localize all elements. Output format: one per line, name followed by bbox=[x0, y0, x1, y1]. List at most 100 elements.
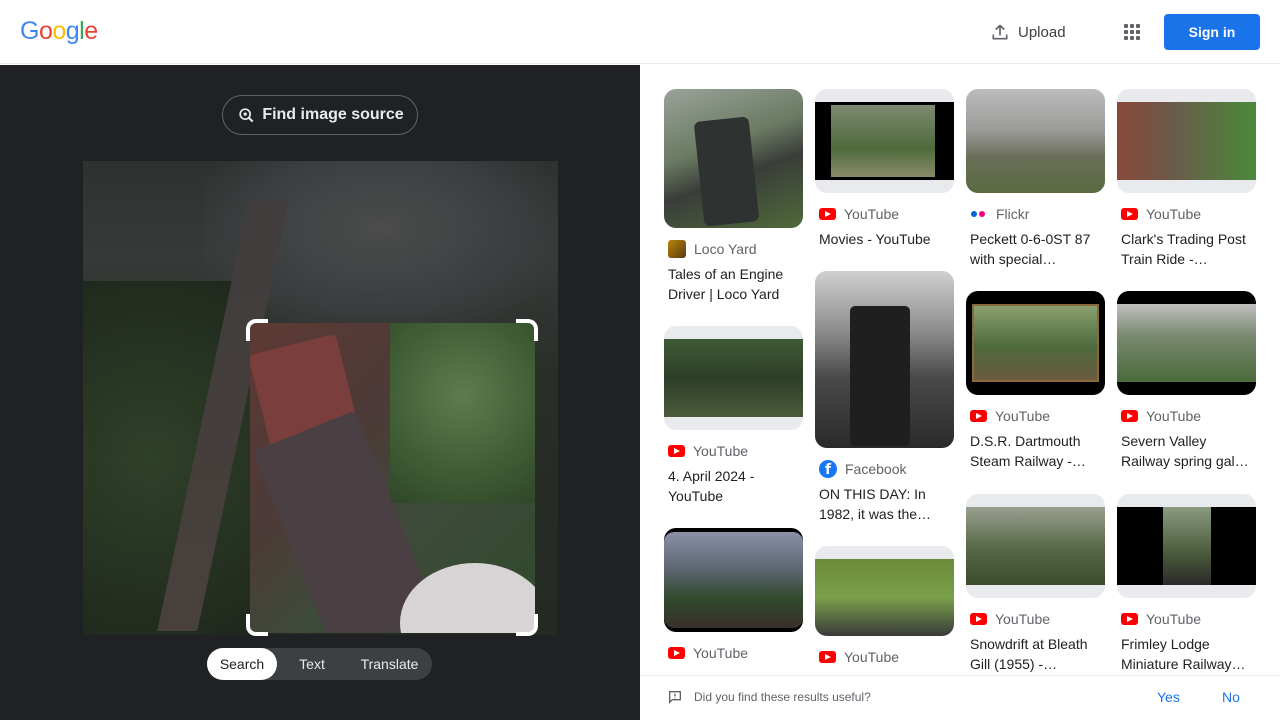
result-source-name: Facebook bbox=[845, 461, 907, 477]
result-source-name: YouTube bbox=[1146, 611, 1202, 627]
google-logo[interactable]: Google bbox=[20, 17, 98, 46]
find-image-source-button[interactable]: Find image source bbox=[222, 95, 418, 135]
feedback-bar: Did you find these results useful? Yes N… bbox=[640, 675, 1280, 720]
feedback-icon bbox=[669, 691, 681, 704]
tab-translate[interactable]: Translate bbox=[347, 648, 432, 680]
result-thumbnail bbox=[966, 494, 1105, 598]
logo-letter: G bbox=[20, 17, 39, 45]
feedback-yes-button[interactable]: Yes bbox=[1157, 689, 1180, 705]
youtube-icon bbox=[970, 410, 987, 422]
result-source: YouTube bbox=[1117, 610, 1256, 628]
result-thumbnail bbox=[664, 528, 803, 632]
result-source: Flickr bbox=[966, 205, 1105, 223]
result-source-name: Loco Yard bbox=[694, 241, 757, 257]
result-card[interactable]: YouTube Snowdrift at Bleath Gill (1955) … bbox=[966, 494, 1105, 674]
feedback-no-button[interactable]: No bbox=[1222, 689, 1240, 705]
result-source: YouTube bbox=[664, 644, 803, 662]
result-source-name: YouTube bbox=[1146, 408, 1202, 424]
lens-mode-switch: Search Text Translate bbox=[207, 648, 432, 680]
result-card[interactable]: YouTube Movies - YouTube bbox=[815, 89, 954, 269]
result-source: YouTube bbox=[966, 610, 1105, 628]
upload-button[interactable]: Upload bbox=[990, 20, 1066, 44]
result-card[interactable]: YouTube D.S.R. Dartmouth Steam Railway -… bbox=[966, 291, 1105, 471]
result-source-name: Flickr bbox=[996, 206, 1030, 222]
result-source-name: YouTube bbox=[693, 645, 749, 661]
result-thumbnail bbox=[664, 89, 803, 228]
crop-handle-bottom-right[interactable] bbox=[516, 614, 538, 636]
result-thumbnail bbox=[1117, 494, 1256, 598]
result-title: Clark's Trading Post Train Ride -… bbox=[1121, 231, 1246, 267]
youtube-icon bbox=[1121, 613, 1138, 625]
result-thumbnail bbox=[815, 546, 954, 636]
result-source: Loco Yard bbox=[664, 240, 803, 258]
result-source-name: YouTube bbox=[995, 408, 1051, 424]
result-title: 4. April 2024 - YouTube bbox=[668, 468, 755, 504]
logo-letter: o bbox=[38, 17, 53, 45]
youtube-icon bbox=[819, 651, 836, 663]
tab-text[interactable]: Text bbox=[277, 648, 347, 680]
result-card[interactable]: YouTube 4. April 2024 - YouTube bbox=[664, 326, 803, 506]
result-card[interactable]: YouTube bbox=[664, 528, 803, 662]
result-card[interactable]: f Facebook ON THIS DAY: In 1982, it was … bbox=[815, 271, 954, 524]
result-card[interactable]: YouTube Clark's Trading Post Train Ride … bbox=[1117, 89, 1256, 269]
selected-region-image[interactable] bbox=[250, 323, 535, 633]
apps-grid-icon[interactable] bbox=[1120, 20, 1144, 44]
flickr-icon bbox=[970, 208, 988, 220]
facebook-icon: f bbox=[819, 460, 837, 478]
result-card[interactable]: YouTube Severn Valley Railway spring gal… bbox=[1117, 291, 1256, 471]
result-thumbnail bbox=[966, 291, 1105, 395]
result-source: YouTube bbox=[815, 205, 954, 223]
logo-letter: g bbox=[65, 17, 80, 45]
tab-search[interactable]: Search bbox=[207, 648, 277, 680]
result-card[interactable]: Flickr Peckett 0-6-0ST 87 with special… bbox=[966, 89, 1105, 269]
result-source-name: YouTube bbox=[844, 206, 900, 222]
result-title: Frimley Lodge Miniature Railway… bbox=[1121, 636, 1246, 672]
crop-handle-top-right[interactable] bbox=[516, 319, 538, 341]
result-title: D.S.R. Dartmouth Steam Railway -… bbox=[970, 433, 1086, 469]
top-bar: Google Upload Sign in bbox=[0, 0, 1280, 64]
youtube-icon bbox=[668, 445, 685, 457]
result-card[interactable]: Loco Yard Tales of an Engine Driver | Lo… bbox=[664, 89, 803, 304]
result-source: YouTube bbox=[1117, 407, 1256, 425]
result-title: Snowdrift at Bleath Gill (1955) -… bbox=[970, 636, 1088, 672]
sign-in-button[interactable]: Sign in bbox=[1164, 14, 1260, 50]
result-source: YouTube bbox=[966, 407, 1105, 425]
youtube-icon bbox=[1121, 410, 1138, 422]
logo-letter: o bbox=[52, 17, 66, 45]
result-title: Tales of an Engine Driver | Loco Yard bbox=[668, 266, 784, 302]
result-card[interactable]: YouTube bbox=[815, 546, 954, 666]
loco-yard-icon bbox=[668, 240, 686, 258]
result-thumbnail bbox=[966, 89, 1105, 193]
lens-search-icon bbox=[239, 108, 254, 123]
result-thumbnail bbox=[664, 326, 803, 430]
youtube-icon bbox=[970, 613, 987, 625]
visual-matches-grid: Loco Yard Tales of an Engine Driver | Lo… bbox=[640, 65, 1280, 675]
youtube-icon bbox=[819, 208, 836, 220]
crop-handle-bottom-left[interactable] bbox=[246, 614, 268, 636]
logo-letter: e bbox=[84, 17, 98, 45]
find-image-source-label: Find image source bbox=[262, 106, 404, 123]
result-thumbnail bbox=[1117, 291, 1256, 395]
youtube-icon bbox=[1121, 208, 1138, 220]
result-title: ON THIS DAY: In 1982, it was the… bbox=[819, 486, 932, 522]
result-card[interactable]: YouTube Frimley Lodge Miniature Railway… bbox=[1117, 494, 1256, 674]
result-source: YouTube bbox=[1117, 205, 1256, 223]
result-thumbnail bbox=[815, 271, 954, 448]
result-thumbnail bbox=[1117, 89, 1256, 193]
result-source-name: YouTube bbox=[1146, 206, 1202, 222]
result-source-name: YouTube bbox=[844, 649, 900, 665]
result-title: Peckett 0-6-0ST 87 with special… bbox=[970, 231, 1091, 267]
upload-icon bbox=[992, 24, 1008, 40]
result-title: Movies - YouTube bbox=[819, 231, 931, 247]
upload-label: Upload bbox=[1018, 23, 1066, 41]
crop-handle-top-left[interactable] bbox=[246, 319, 268, 341]
result-source: YouTube bbox=[815, 648, 954, 666]
result-title: Severn Valley Railway spring gal… bbox=[1121, 433, 1249, 469]
result-source: YouTube bbox=[664, 442, 803, 460]
youtube-icon bbox=[668, 647, 685, 659]
result-source-name: YouTube bbox=[995, 611, 1051, 627]
result-thumbnail bbox=[815, 89, 954, 193]
result-source-name: YouTube bbox=[693, 443, 749, 459]
image-query-panel: Find image source Search Text Translate bbox=[0, 65, 640, 720]
feedback-question: Did you find these results useful? bbox=[694, 690, 871, 704]
